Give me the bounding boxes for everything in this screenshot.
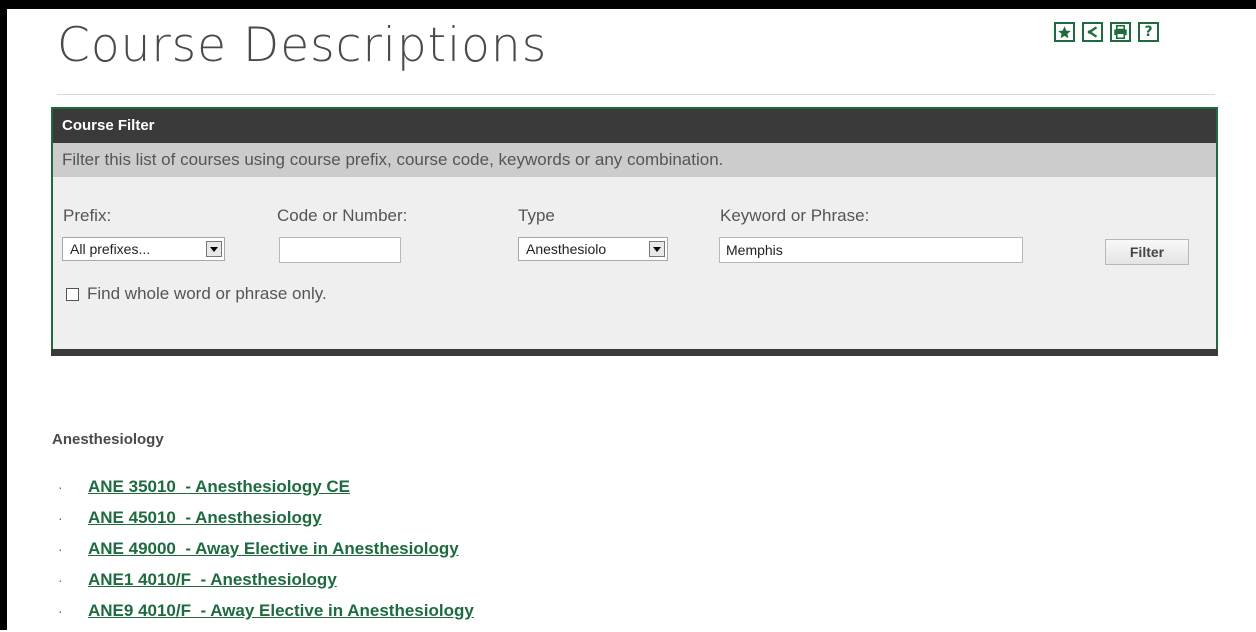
filter-description: Filter this list of courses using course… [53, 143, 1216, 177]
type-select[interactable]: Anesthesiolo [518, 237, 668, 261]
bullet: · [58, 572, 63, 588]
course-link[interactable]: ANE 49000 - Away Elective in Anesthesiol… [88, 539, 459, 559]
star-icon[interactable] [1054, 22, 1075, 42]
list-item: · ANE 49000 - Away Elective in Anesthesio… [58, 539, 474, 570]
code-label: Code or Number: [277, 206, 408, 225]
whole-word-label: Find whole word or phrase only. [87, 284, 327, 303]
course-link[interactable]: ANE1 4010/F - Anesthesiology [88, 570, 337, 590]
bullet: · [58, 479, 63, 495]
filter-header: Course Filter [53, 109, 1216, 143]
bullet: · [58, 541, 63, 557]
course-link[interactable]: ANE 35010 - Anesthesiology CE [88, 477, 350, 497]
window-frame-left [0, 0, 7, 630]
share-icon[interactable] [1082, 22, 1103, 42]
list-item: · ANE 45010 - Anesthesiology [58, 508, 474, 539]
filter-panel-footer [51, 349, 1218, 356]
list-item: · ANE9 4010/F - Away Elective in Anesthes… [58, 601, 474, 632]
keyword-label: Keyword or Phrase: [720, 206, 870, 225]
prefix-select-value: All prefixes... [70, 241, 151, 257]
type-select-value: Anesthesiolo [526, 241, 607, 257]
course-link[interactable]: ANE 45010 - Anesthesiology [88, 508, 322, 528]
list-item: · ANE 35010 - Anesthesiology CE [58, 477, 474, 508]
filter-button[interactable]: Filter [1105, 239, 1189, 265]
code-input[interactable] [279, 237, 401, 263]
type-label: Type [518, 206, 555, 225]
print-icon[interactable] [1110, 22, 1131, 42]
prefix-label: Prefix: [63, 206, 112, 225]
keyword-input[interactable]: Memphis [719, 237, 1023, 263]
list-item: · ANE1 4010/F - Anesthesiology [58, 570, 474, 601]
chevron-down-icon[interactable] [206, 241, 222, 257]
chevron-down-icon[interactable] [649, 241, 665, 257]
course-link[interactable]: ANE9 4010/F - Away Elective in Anesthesi… [88, 601, 474, 621]
prefix-select[interactable]: All prefixes... [62, 237, 225, 261]
help-icon[interactable]: ? [1138, 22, 1159, 42]
course-filter-panel: Course Filter Filter this list of course… [51, 107, 1218, 356]
page-toolbar: ? [1054, 22, 1159, 42]
bullet: · [58, 510, 63, 526]
bullet: · [58, 603, 63, 619]
page-title: Course Descriptions [57, 18, 548, 73]
whole-word-checkbox[interactable] [66, 287, 79, 301]
title-divider [57, 94, 1215, 95]
course-list: · ANE 35010 - Anesthesiology CE · ANE 4501… [58, 477, 474, 632]
whole-word-option[interactable]: Find whole word or phrase only. [66, 284, 327, 304]
window-frame-top [0, 0, 1256, 9]
help-glyph: ? [1144, 24, 1153, 40]
results-heading: Anesthesiology [52, 431, 164, 448]
